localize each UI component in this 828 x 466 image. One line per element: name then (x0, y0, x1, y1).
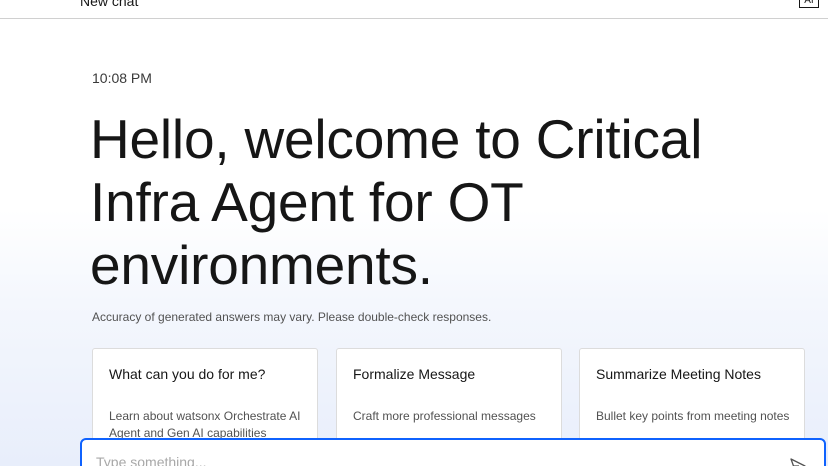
card-title: Formalize Message (353, 366, 476, 382)
chat-input-container (80, 438, 826, 466)
ai-badge[interactable]: AI (799, 0, 819, 8)
card-description: Craft more professional messages (353, 409, 536, 423)
send-icon[interactable] (790, 458, 806, 466)
card-description: Learn about watsonx Orchestrate AI Agent… (109, 409, 301, 440)
accuracy-disclaimer: Accuracy of generated answers may vary. … (92, 310, 492, 324)
message-timestamp: 10:08 PM (92, 70, 152, 86)
chat-title: New chat (80, 0, 139, 9)
welcome-heading: Hello, welcome to Critical Infra Agent f… (90, 108, 703, 296)
card-title: Summarize Meeting Notes (596, 366, 761, 382)
chat-header: New chat AI (0, 0, 828, 19)
card-title: What can you do for me? (109, 366, 266, 382)
chat-input[interactable] (96, 454, 756, 466)
card-description: Bullet key points from meeting notes (596, 409, 790, 423)
